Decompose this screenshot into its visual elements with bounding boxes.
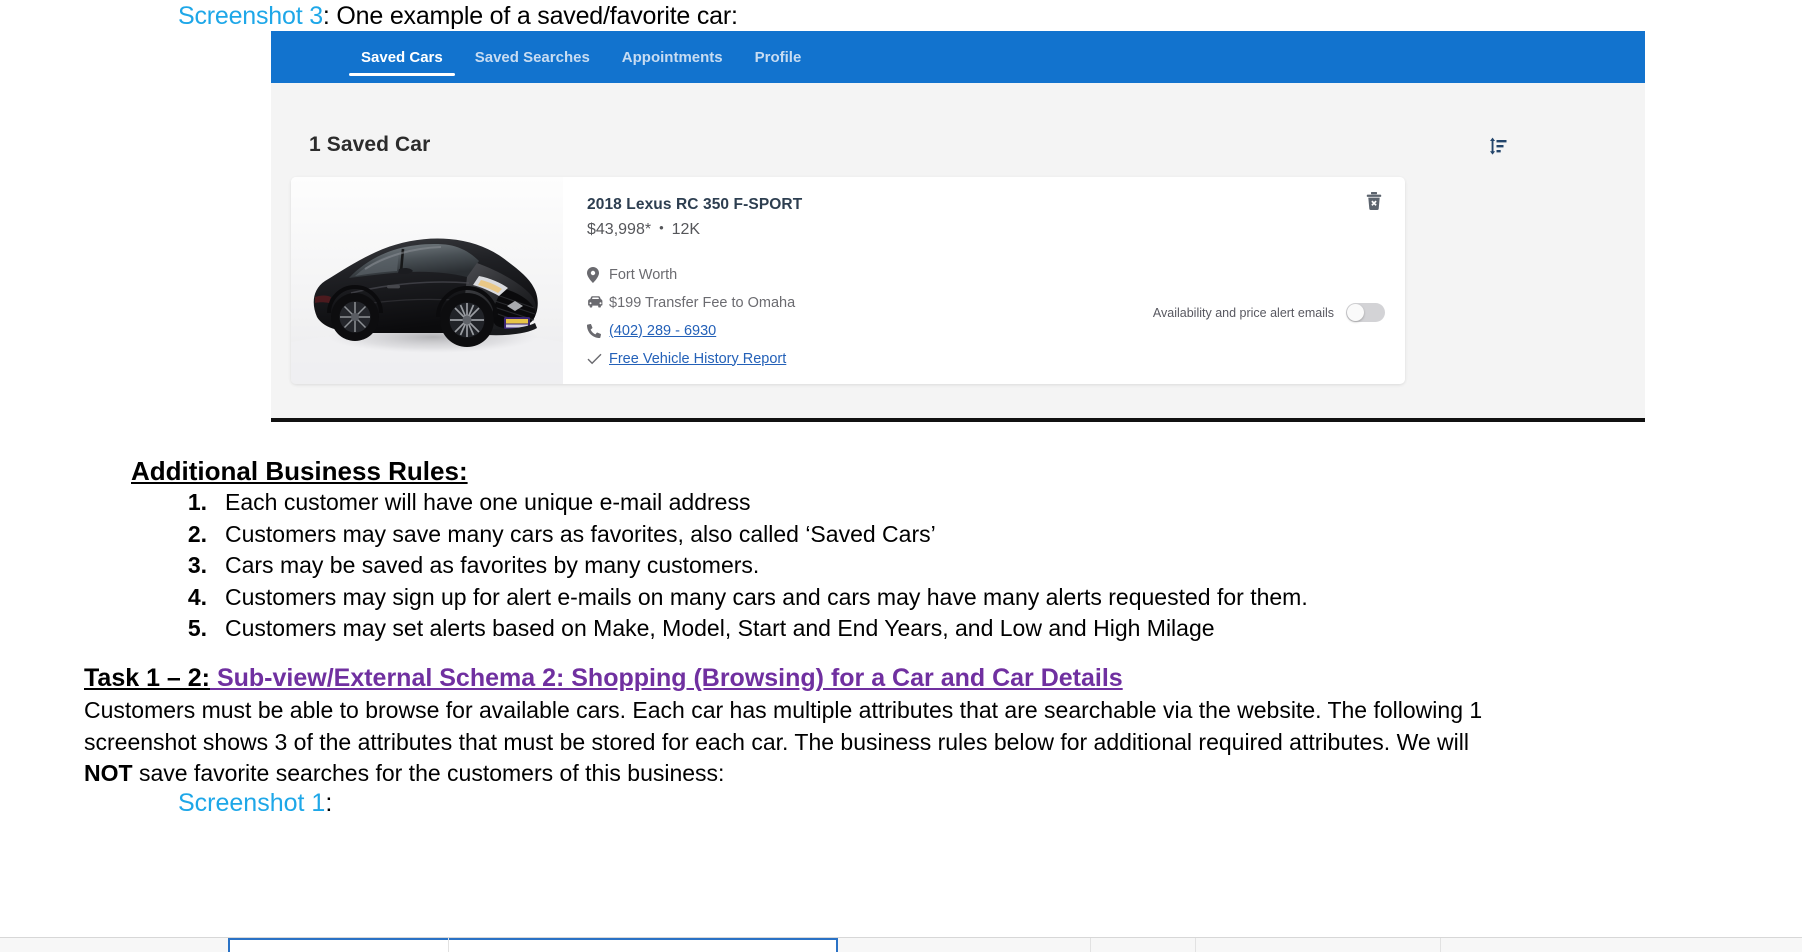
spec-row-location: Fort Worth (587, 261, 1147, 288)
screenshot1-divider (1440, 938, 1441, 952)
app-navbar: Saved Cars Saved Searches Appointments P… (271, 31, 1645, 83)
screenshot3-bottom-rule (271, 418, 1645, 422)
spec-history-report-link[interactable]: Free Vehicle History Report (609, 351, 786, 367)
screenshot3-image: Saved Cars Saved Searches Appointments P… (271, 31, 1645, 420)
screenshot1-caption: Screenshot 1: (178, 789, 332, 818)
car-front-icon (587, 296, 609, 309)
car-mileage: 12K (671, 221, 701, 238)
screenshot3-caption: Screenshot 3: One example of a saved/fav… (178, 2, 738, 31)
saved-cars-count-heading: 1 Saved Car (309, 133, 431, 156)
spec-transfer-fee-text: $199 Transfer Fee to Omaha (609, 294, 796, 311)
trash-icon (1366, 192, 1382, 211)
task-heading-title[interactable]: Sub-view/External Schema 2: Shopping (Br… (210, 664, 1123, 692)
car-photo[interactable] (291, 177, 563, 384)
phone-icon (587, 323, 609, 338)
tab-appointments[interactable]: Appointments (606, 31, 739, 83)
business-rule-text: Customers may set alerts based on Make, … (225, 615, 1215, 641)
business-rule-item: 3. Cars may be saved as favorites by man… (180, 552, 1680, 584)
spec-row-phone: (402) 289 - 6930 (587, 317, 1147, 344)
toggle-knob (1347, 304, 1364, 321)
screenshot3-caption-label: Screenshot 3 (178, 2, 323, 30)
spec-location-text: Fort Worth (609, 266, 678, 283)
check-icon (587, 353, 609, 365)
alert-emails-toggle[interactable] (1346, 303, 1385, 322)
navbar-tabs: Saved Cars Saved Searches Appointments P… (345, 31, 817, 83)
car-image (291, 177, 563, 384)
task-heading: Task 1 – 2: Sub-view/External Schema 2: … (84, 664, 1123, 693)
business-rule-number: 1. (187, 489, 207, 515)
business-rule-number: 2. (187, 520, 207, 547)
tab-saved-searches[interactable]: Saved Searches (459, 31, 606, 83)
business-rule-number: 5. (187, 615, 207, 641)
screenshot1-caption-rest: : (325, 789, 333, 817)
sort-button[interactable] (1482, 130, 1514, 162)
tab-saved-cars[interactable]: Saved Cars (345, 31, 459, 83)
task-heading-label: Task 1 – 2: (84, 664, 211, 692)
business-rules-list: 1. Each customer will have one unique e-… (180, 489, 1680, 647)
saved-car-card[interactable]: 2018 Lexus RC 350 F-SPORT $43,998* • 12K F… (291, 177, 1405, 384)
task-paragraph: Customers must be able to browse for ava… (84, 695, 1504, 790)
business-rule-text: Customers may sign up for alert e-mails … (225, 583, 1308, 610)
alert-emails-area: Availability and price alert emails (1153, 303, 1385, 322)
screenshot1-caption-label: Screenshot 1 (178, 789, 326, 817)
business-rule-text: Customers may save many cars as favorite… (225, 520, 936, 547)
alert-emails-label: Availability and price alert emails (1152, 305, 1334, 320)
screenshot1-image-partial (0, 937, 1802, 952)
car-spec-list: Fort Worth $199 Transfer Fee to Omaha (4… (587, 261, 1147, 372)
price-separator: • (659, 220, 664, 235)
car-price: $43,998* (587, 221, 652, 238)
car-price-row: $43,998* • 12K (587, 220, 1147, 239)
screenshot3-caption-rest: : One example of a saved/favorite car: (322, 2, 738, 30)
business-rule-item: 2. Customers may save many cars as favor… (180, 521, 1680, 553)
business-rule-item: 4. Customers may sign up for alert e-mai… (180, 584, 1680, 616)
delete-saved-car-button[interactable] (1363, 190, 1387, 214)
business-rule-text: Cars may be saved as favorites by many c… (225, 552, 760, 578)
task-paragraph-emphasis: NOT (84, 760, 133, 786)
spec-phone-link[interactable]: (402) 289 - 6930 (609, 323, 716, 339)
screenshot1-highlighted-box (228, 938, 838, 952)
business-rule-number: 4. (187, 583, 207, 610)
tab-profile[interactable]: Profile (739, 31, 818, 83)
business-rule-item: 5. Customers may set alerts based on Mak… (180, 615, 1680, 647)
screenshot1-divider (448, 938, 449, 952)
screenshot1-divider (1090, 938, 1091, 952)
sort-icon (1490, 137, 1507, 155)
screenshot1-divider (1195, 938, 1196, 952)
spec-row-history-report: Free Vehicle History Report (587, 345, 1147, 372)
location-pin-icon (587, 266, 609, 283)
spec-row-transfer-fee: $199 Transfer Fee to Omaha (587, 289, 1147, 316)
tab-profile-label: Profile (754, 48, 802, 66)
task-paragraph-part2: save favorite searches for the customers… (132, 760, 725, 786)
saved-cars-page: 1 Saved Car 2018 Lexus RC 350 F-SPORT $4… (271, 83, 1645, 420)
business-rule-text: Each customer will have one unique e-mai… (225, 489, 751, 515)
tab-saved-cars-label: Saved Cars (361, 48, 443, 66)
tab-appointments-label: Appointments (621, 48, 723, 66)
tab-saved-searches-label: Saved Searches (474, 48, 590, 66)
task-paragraph-part1: Customers must be able to browse for ava… (84, 697, 1483, 755)
business-rules-heading: Additional Business Rules: (131, 456, 468, 486)
car-info: 2018 Lexus RC 350 F-SPORT $43,998* • 12K F… (587, 196, 1147, 373)
business-rule-number: 3. (187, 552, 207, 578)
business-rule-item: 1. Each customer will have one unique e-… (180, 489, 1680, 521)
car-title[interactable]: 2018 Lexus RC 350 F-SPORT (587, 196, 1147, 214)
